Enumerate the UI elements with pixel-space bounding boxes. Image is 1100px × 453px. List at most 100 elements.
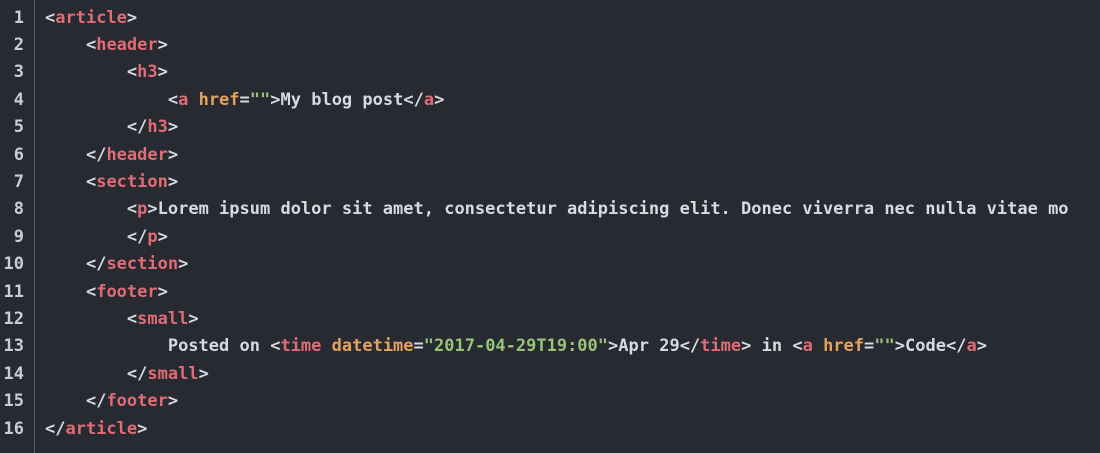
code-text: Code (905, 336, 946, 357)
code-punctuation: </ (85, 144, 107, 165)
code-content[interactable]: <small> (45, 306, 199, 333)
line-number: 10 (3, 254, 24, 275)
code-punctuation: = (239, 89, 250, 110)
line-number: 11 (3, 281, 24, 302)
code-tag-name: header (96, 34, 158, 55)
line-number: 16 (3, 418, 24, 439)
code-punctuation: > (157, 226, 168, 247)
line-number: 8 (13, 199, 24, 220)
code-line[interactable]: 12 <small> (0, 306, 1100, 333)
code-punctuation: > (167, 391, 179, 412)
code-line[interactable]: 8 <p>Lorem ipsum dolor sit amet, consect… (0, 196, 1100, 223)
code-punctuation (321, 336, 331, 356)
code-content[interactable]: <h3> (45, 59, 168, 86)
code-content[interactable]: <article> (45, 5, 137, 32)
code-punctuation: </ (945, 336, 967, 357)
code-punctuation: > (126, 7, 138, 28)
code-content[interactable]: </h3> (45, 114, 178, 141)
code-editor[interactable]: 1 <article> 2 <header> 3 <h3> 4 <a href="">M… (0, 0, 1100, 453)
line-number: 12 (3, 308, 24, 329)
code-punctuation: = (413, 336, 424, 357)
code-punctuation: < (126, 62, 138, 83)
code-content[interactable]: Posted on <time datetime="2017-04-29T19:… (45, 333, 987, 360)
code-punctuation: </ (126, 226, 148, 247)
code-tag-name: time (280, 336, 322, 357)
line-number: 3 (13, 62, 24, 83)
code-content[interactable]: </section> (45, 251, 188, 278)
code-punctuation: > (894, 336, 906, 357)
code-text: My blog post (280, 89, 404, 110)
line-number: 13 (3, 336, 24, 357)
code-punctuation: </ (85, 391, 107, 412)
code-content[interactable]: </footer> (45, 388, 178, 415)
code-content[interactable]: <header> (45, 32, 168, 59)
code-punctuation: > (741, 336, 752, 357)
code-tag-name: a (423, 89, 435, 110)
line-number: 7 (13, 171, 24, 192)
code-tag-name: article (65, 418, 138, 439)
code-punctuation: > (270, 89, 281, 110)
line-number: 15 (3, 391, 24, 412)
code-tag-name: footer (106, 391, 168, 412)
line-number: 14 (3, 363, 24, 384)
code-line[interactable]: 3 <h3> (0, 59, 1100, 86)
line-number: 2 (13, 34, 24, 55)
code-content[interactable]: <section> (45, 169, 178, 196)
code-content[interactable]: <p>Lorem ipsum dolor sit amet, consectet… (45, 196, 1069, 223)
code-line[interactable]: 1 <article> (0, 5, 1100, 32)
code-line[interactable]: 4 <a href="">My blog post</a> (0, 87, 1100, 114)
code-line[interactable]: 15 </footer> (0, 388, 1100, 415)
code-line[interactable]: 7 <section> (0, 169, 1100, 196)
code-punctuation: </ (85, 254, 107, 275)
code-content[interactable]: </header> (45, 142, 178, 169)
code-punctuation: > (167, 171, 179, 192)
code-tag-name: h3 (147, 117, 168, 138)
code-line[interactable]: 14 </small> (0, 361, 1100, 388)
code-line[interactable]: 2 <header> (0, 32, 1100, 59)
code-line[interactable]: 6 </header> (0, 142, 1100, 169)
code-content[interactable]: </article> (45, 416, 147, 443)
code-punctuation: > (157, 34, 168, 55)
code-tag-name: h3 (137, 62, 158, 83)
line-number: 9 (13, 226, 24, 247)
code-line[interactable]: 11 <footer> (0, 279, 1100, 306)
code-tag-name: section (106, 254, 179, 275)
code-punctuation: < (45, 7, 56, 28)
code-punctuation: > (157, 62, 168, 83)
code-attribute: datetime (331, 336, 414, 357)
code-line[interactable]: 16 </article> (0, 416, 1100, 443)
code-line[interactable]: 10 </section> (0, 251, 1100, 278)
code-line[interactable]: 13 Posted on <time datetime="2017-04-29T… (0, 333, 1100, 360)
code-attribute: href (198, 89, 240, 110)
code-punctuation: > (157, 281, 168, 302)
code-tag-name: article (55, 7, 127, 28)
code-tag-name: footer (96, 281, 158, 302)
code-line[interactable]: 9 </p> (0, 224, 1100, 251)
code-punctuation (188, 90, 198, 110)
code-line[interactable]: 5 </h3> (0, 114, 1100, 141)
code-punctuation: > (167, 117, 179, 138)
code-punctuation (813, 336, 823, 356)
code-content[interactable]: <footer> (45, 279, 168, 306)
code-punctuation: < (126, 308, 138, 329)
code-punctuation: > (147, 199, 158, 220)
code-tag-name: small (147, 363, 199, 384)
code-tag-name: small (137, 308, 189, 329)
code-string: "" (249, 89, 271, 110)
code-content[interactable]: </small> (45, 361, 209, 388)
code-tag-name: p (137, 199, 148, 220)
line-number: 6 (13, 144, 24, 165)
code-punctuation: > (608, 336, 619, 357)
code-content[interactable]: </p> (45, 224, 168, 251)
code-content[interactable]: <a href="">My blog post</a> (45, 87, 445, 114)
